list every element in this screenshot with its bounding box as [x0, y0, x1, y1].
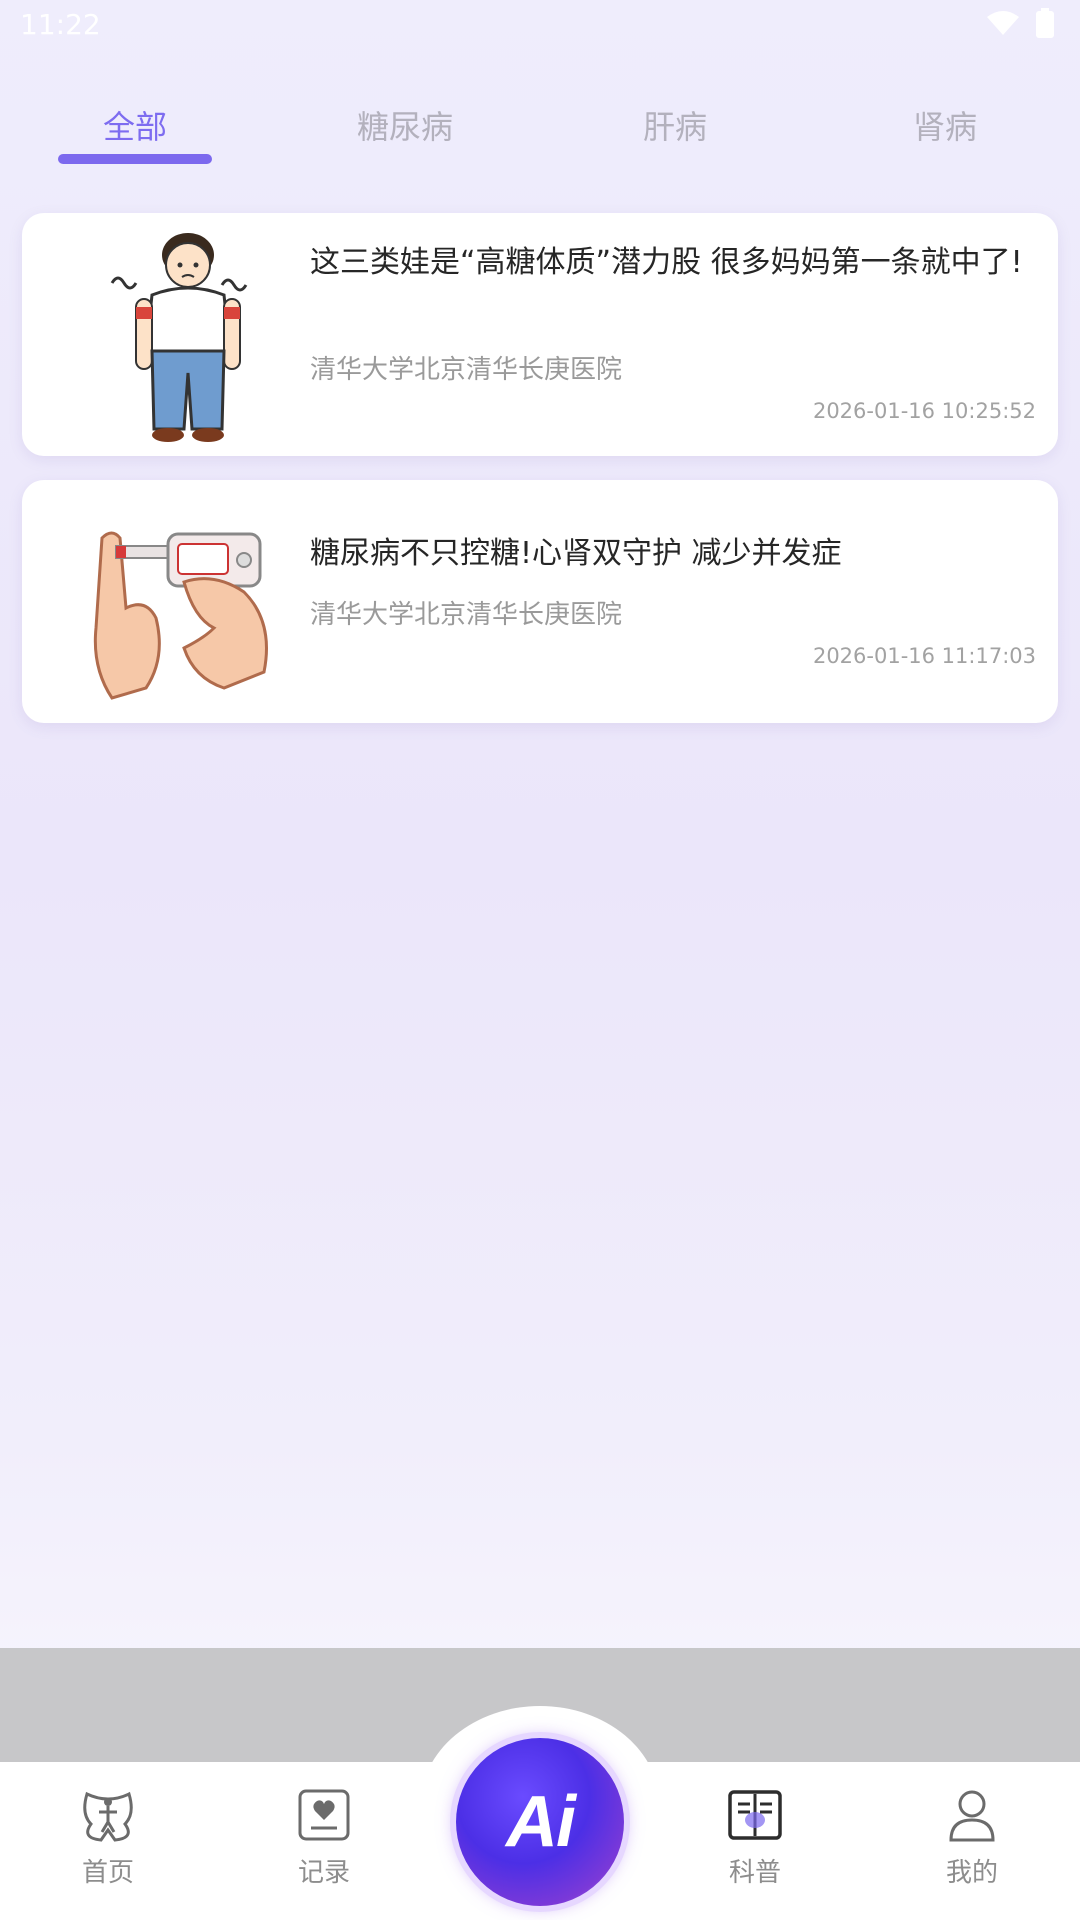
tab-kidney-disease[interactable]: 肾病 [845, 102, 1045, 148]
status-bar: 11:22 [0, 0, 1080, 52]
article-date: 2026-01-16 11:17:03 [812, 644, 1036, 668]
article-source: 清华大学北京清华长庚医院 [310, 355, 623, 385]
active-tab-indicator [58, 154, 212, 164]
article-list: 这三类娃是“高糖体质”潜力股 很多妈妈第一条就中了! 清华大学北京清华长庚医院 … [22, 213, 1058, 747]
nav-profile[interactable]: 我的 [912, 1786, 1032, 1889]
article-title: 这三类娃是“高糖体质”潜力股 很多妈妈第一条就中了! [310, 245, 1023, 280]
nav-label-science: 科普 [728, 1858, 781, 1888]
tab-all[interactable]: 全部 [35, 102, 235, 148]
glucose-meter-icon [93, 531, 268, 700]
profile-icon [949, 1790, 995, 1842]
nav-label-profile: 我的 [945, 1858, 998, 1888]
status-time: 11:22 [20, 8, 101, 41]
article-title: 糖尿病不只控糖!心肾双守护 减少并发症 [310, 536, 842, 571]
ai-button-label: Ai [506, 1782, 576, 1862]
nav-records[interactable]: 记录 [264, 1786, 384, 1889]
ai-assistant-button[interactable]: Ai [456, 1738, 624, 1906]
cartoon-boy-icon [110, 233, 248, 442]
book-icon [728, 1790, 782, 1840]
article-source: 清华大学北京清华长庚医院 [310, 600, 623, 630]
nav-home[interactable]: 首页 [48, 1786, 168, 1889]
home-body-icon [83, 1791, 133, 1842]
category-tabs: 全部 糖尿病 肝病 肾病 [0, 96, 1080, 176]
article-thumbnail [72, 223, 292, 449]
tab-diabetes[interactable]: 糖尿病 [305, 102, 505, 148]
article-thumbnail [72, 490, 292, 716]
record-icon [298, 1789, 350, 1841]
status-icons [986, 8, 1054, 38]
article-date: 2026-01-16 10:25:52 [812, 399, 1036, 423]
battery-icon [1036, 8, 1054, 38]
nav-label-home: 首页 [81, 1858, 134, 1888]
wifi-icon [987, 11, 1019, 35]
article-card[interactable]: 这三类娃是“高糖体质”潜力股 很多妈妈第一条就中了! 清华大学北京清华长庚医院 … [22, 213, 1058, 456]
nav-science[interactable]: 科普 [695, 1786, 815, 1889]
article-card[interactable]: 糖尿病不只控糖!心肾双守护 减少并发症 清华大学北京清华长庚医院 2026-01… [22, 480, 1058, 723]
nav-label-records: 记录 [297, 1858, 350, 1888]
tab-liver-disease[interactable]: 肝病 [575, 102, 775, 148]
